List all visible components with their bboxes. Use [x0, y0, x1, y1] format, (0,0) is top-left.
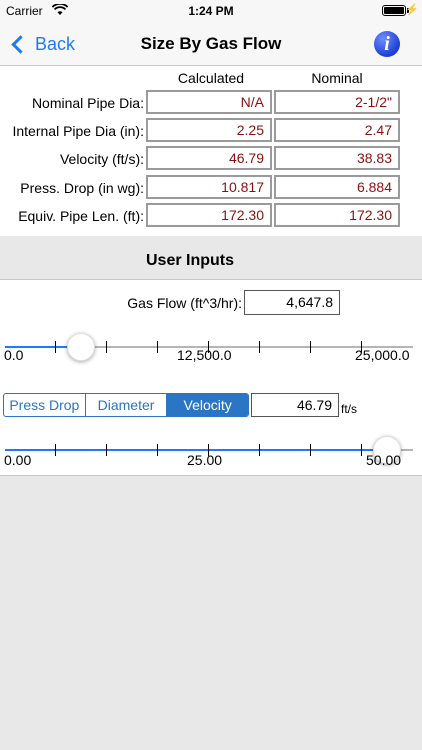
- gas-slider-max-label: 25,000.0: [355, 347, 410, 363]
- nominal-value: 172.30: [274, 203, 400, 227]
- status-bar: Carrier 1:24 PM ⚡: [0, 0, 422, 22]
- velocity-slider-mid-label: 25.00: [187, 452, 223, 468]
- slider-thumb[interactable]: [66, 333, 95, 361]
- gas-slider-min-label: 0.0: [4, 347, 24, 363]
- column-header-nominal: Nominal: [311, 70, 363, 86]
- calculated-value: N/A: [146, 90, 272, 114]
- nominal-value: 38.83: [274, 146, 400, 170]
- gas-flow-field[interactable]: 4,647.8: [244, 290, 340, 315]
- info-icon[interactable]: i: [374, 31, 400, 57]
- calculated-value: 10.817: [146, 175, 272, 199]
- results-panel: Calculated Nominal Nominal Pipe Dia: N/A…: [0, 66, 422, 236]
- row-label: Velocity (ft/s):: [59, 151, 144, 167]
- user-inputs-panel: Gas Flow (ft^3/hr): 4,647.8 0.0 12,500.0…: [0, 280, 422, 476]
- row-label: Equiv. Pipe Len. (ft):: [18, 208, 144, 224]
- row-label: Nominal Pipe Dia:: [31, 95, 144, 111]
- section-title: User Inputs: [145, 252, 234, 269]
- slider-track-fill: [5, 449, 387, 451]
- calculated-value: 2.25: [146, 118, 272, 142]
- velocity-unit: ft/s: [341, 402, 358, 416]
- slider-tick: [310, 341, 311, 353]
- charging-icon: ⚡: [405, 4, 419, 16]
- navigation-bar: Back Size By Gas Flow i: [0, 22, 422, 66]
- velocity-slider-min-label: 0.00: [4, 452, 32, 468]
- slider-tick: [157, 444, 158, 456]
- gas-slider-mid-label: 12,500.0: [177, 347, 232, 363]
- slider-tick: [259, 341, 260, 353]
- slider-tick: [106, 341, 107, 353]
- slider-tick: [361, 444, 362, 456]
- calculated-value: 46.79: [146, 146, 272, 170]
- page-title: Size By Gas Flow: [140, 34, 282, 53]
- segment-press-drop[interactable]: Press Drop: [4, 394, 86, 416]
- gas-flow-label: Gas Flow (ft^3/hr):: [127, 295, 242, 311]
- nominal-value: 2-1/2": [274, 90, 400, 114]
- nominal-value: 2.47: [274, 118, 400, 142]
- segment-diameter[interactable]: Diameter: [86, 394, 168, 416]
- segment-velocity[interactable]: Velocity: [167, 394, 248, 416]
- slider-tick: [310, 444, 311, 456]
- calculation-mode-segmented-control: Press Drop Diameter Velocity: [3, 393, 249, 417]
- section-header: User Inputs: [0, 236, 422, 280]
- battery-icon: [382, 5, 406, 16]
- calculated-value: 172.30: [146, 203, 272, 227]
- column-header-calculated: Calculated: [177, 70, 245, 86]
- slider-tick: [259, 444, 260, 456]
- row-label: Internal Pipe Dia (in):: [12, 123, 144, 139]
- nominal-value: 6.884: [274, 175, 400, 199]
- slider-tick: [55, 444, 56, 456]
- slider-tick: [157, 341, 158, 353]
- row-label: Press. Drop (in wg):: [20, 180, 144, 196]
- slider-tick: [55, 341, 56, 353]
- velocity-slider-max-label: 50.00: [366, 452, 402, 468]
- slider-tick: [106, 444, 107, 456]
- velocity-field[interactable]: 46.79: [251, 393, 339, 417]
- clock: 1:24 PM: [188, 4, 234, 18]
